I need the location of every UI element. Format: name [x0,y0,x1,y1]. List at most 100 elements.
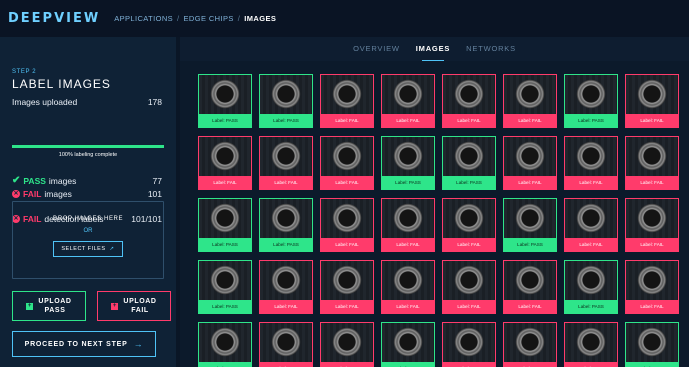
chip-ring-image [391,263,425,297]
image-thumbnail[interactable]: Label: PASS [503,198,557,252]
image-thumbnail[interactable]: Label: FAIL [503,74,557,128]
image-thumbnail[interactable]: Label: PASS [259,198,313,252]
upload-pass-button[interactable]: + UPLOAD PASS [12,291,86,321]
image-thumbnail[interactable]: Label: FAIL [625,260,679,314]
pass-word: PASS [23,175,46,186]
image-thumbnail[interactable]: Label: FAIL [442,74,496,128]
chip-ring-image [513,139,547,173]
chip-ring-image [574,201,608,235]
chip-ring-image [635,139,669,173]
image-thumbnail[interactable]: Label: PASS [198,198,252,252]
uploaded-row: Images uploaded 178 [12,97,162,107]
image-thumbnail[interactable]: Label: FAIL [625,136,679,190]
image-thumbnail[interactable]: Label: FAIL [320,322,374,367]
image-thumbnail[interactable]: Label: FAIL [259,260,313,314]
image-thumbnail[interactable]: Label: PASS [625,322,679,367]
image-thumbnail[interactable]: Label: FAIL [259,136,313,190]
select-files-button[interactable]: SELECT FILES ➚ [53,241,123,257]
thumbnail-label: Label: FAIL [626,114,678,127]
thumbnail-label: Label: FAIL [321,300,373,313]
thumbnail-label: Label: FAIL [199,176,251,189]
thumbnail-label: Label: FAIL [443,362,495,367]
thumbnail-label: Label: FAIL [443,300,495,313]
image-thumbnail[interactable]: Label: FAIL [381,198,435,252]
top-bar: DEEPVIEW APPLICATIONS / EDGE CHIPS / IMAGES [0,0,689,37]
image-thumbnail[interactable]: Label: PASS [381,136,435,190]
image-thumbnail[interactable]: Label: PASS [381,322,435,367]
upload-fail-button[interactable]: + UPLOAD FAIL [97,291,171,321]
breadcrumb: APPLICATIONS / EDGE CHIPS / IMAGES [114,14,277,23]
image-thumbnail[interactable]: Label: FAIL [625,198,679,252]
thumbnail-label: Label: FAIL [565,362,617,367]
chip-ring-image [330,325,364,359]
image-thumbnail[interactable]: Label: FAIL [503,322,557,367]
thumbnail-label: Label: FAIL [504,300,556,313]
thumbnail-label: Label: PASS [260,238,312,251]
thumbnail-label: Label: PASS [199,114,251,127]
uploaded-label: Images uploaded [12,97,78,107]
thumbnail-label: Label: FAIL [504,176,556,189]
thumbnail-label: Label: FAIL [443,114,495,127]
arrow-right-icon: → [133,339,144,349]
image-thumbnail[interactable]: Label: PASS [564,74,618,128]
drop-zone[interactable]: DROP IMAGES HERE OR SELECT FILES ➚ [12,201,164,279]
image-thumbnail[interactable]: Label: FAIL [320,74,374,128]
chip-ring-image [391,139,425,173]
thumbnail-label: Label: FAIL [321,176,373,189]
image-thumbnail[interactable]: Label: PASS [198,322,252,367]
fail-word: FAIL [23,189,42,199]
chip-ring-image [391,325,425,359]
proceed-label: PROCEED TO NEXT STEP [24,340,128,348]
thumbnail-label: Label: FAIL [321,238,373,251]
step-label: STEP 2 [12,69,37,75]
image-thumbnail[interactable]: Label: PASS [259,74,313,128]
page-title: LABEL IMAGES [12,77,111,91]
image-thumbnail[interactable]: Label: FAIL [503,260,557,314]
image-thumbnail[interactable]: Label: FAIL [503,136,557,190]
image-thumbnail[interactable]: Label: FAIL [320,198,374,252]
chip-ring-image [635,201,669,235]
image-thumbnail[interactable]: Label: FAIL [320,136,374,190]
chip-ring-image [330,263,364,297]
image-thumbnail[interactable]: Label: FAIL [259,322,313,367]
image-thumbnail[interactable]: Label: PASS [442,136,496,190]
image-grid-area[interactable]: Label: PASS Label: PASS Label: FAIL Label: … [180,61,689,367]
labeling-progress-fill [12,145,164,148]
image-thumbnail[interactable]: Label: FAIL [564,136,618,190]
chip-ring-image [513,77,547,111]
image-thumbnail[interactable]: Label: FAIL [320,260,374,314]
breadcrumb-applications[interactable]: APPLICATIONS [114,14,173,23]
chip-ring-image [208,201,242,235]
chip-ring-image [452,201,486,235]
chip-ring-image [330,77,364,111]
image-thumbnail[interactable]: Label: PASS [564,260,618,314]
tab-networks[interactable]: NETWORKS [466,44,516,55]
app-logo[interactable]: DEEPVIEW [8,11,100,26]
image-thumbnail[interactable]: Label: FAIL [381,260,435,314]
image-thumbnail[interactable]: Label: PASS [198,260,252,314]
thumbnail-label: Label: FAIL [260,362,312,367]
chip-ring-image [208,325,242,359]
tab-overview[interactable]: OVERVIEW [353,44,400,55]
chip-ring-image [391,201,425,235]
image-thumbnail[interactable]: Label: FAIL [442,260,496,314]
breadcrumb-edge-chips[interactable]: EDGE CHIPS [184,14,234,23]
thumbnail-label: Label: FAIL [504,114,556,127]
plus-icon: + [26,302,34,310]
or-text: OR [83,228,93,234]
image-thumbnail[interactable]: Label: FAIL [442,198,496,252]
image-thumbnail[interactable]: Label: FAIL [625,74,679,128]
image-thumbnail[interactable]: Label: FAIL [198,136,252,190]
image-thumbnail[interactable]: Label: FAIL [564,198,618,252]
image-thumbnail[interactable]: Label: FAIL [381,74,435,128]
chip-ring-image [269,263,303,297]
image-thumbnail[interactable]: Label: FAIL [442,322,496,367]
image-thumbnail[interactable]: Label: FAIL [564,322,618,367]
select-files-label: SELECT FILES [61,246,106,252]
thumbnail-label: Label: FAIL [504,362,556,367]
proceed-next-step-button[interactable]: PROCEED TO NEXT STEP → [12,331,156,357]
image-thumbnail[interactable]: Label: PASS [198,74,252,128]
tab-images[interactable]: IMAGES [416,44,450,62]
thumbnail-label: Label: PASS [199,238,251,251]
thumbnail-label: Label: FAIL [260,300,312,313]
